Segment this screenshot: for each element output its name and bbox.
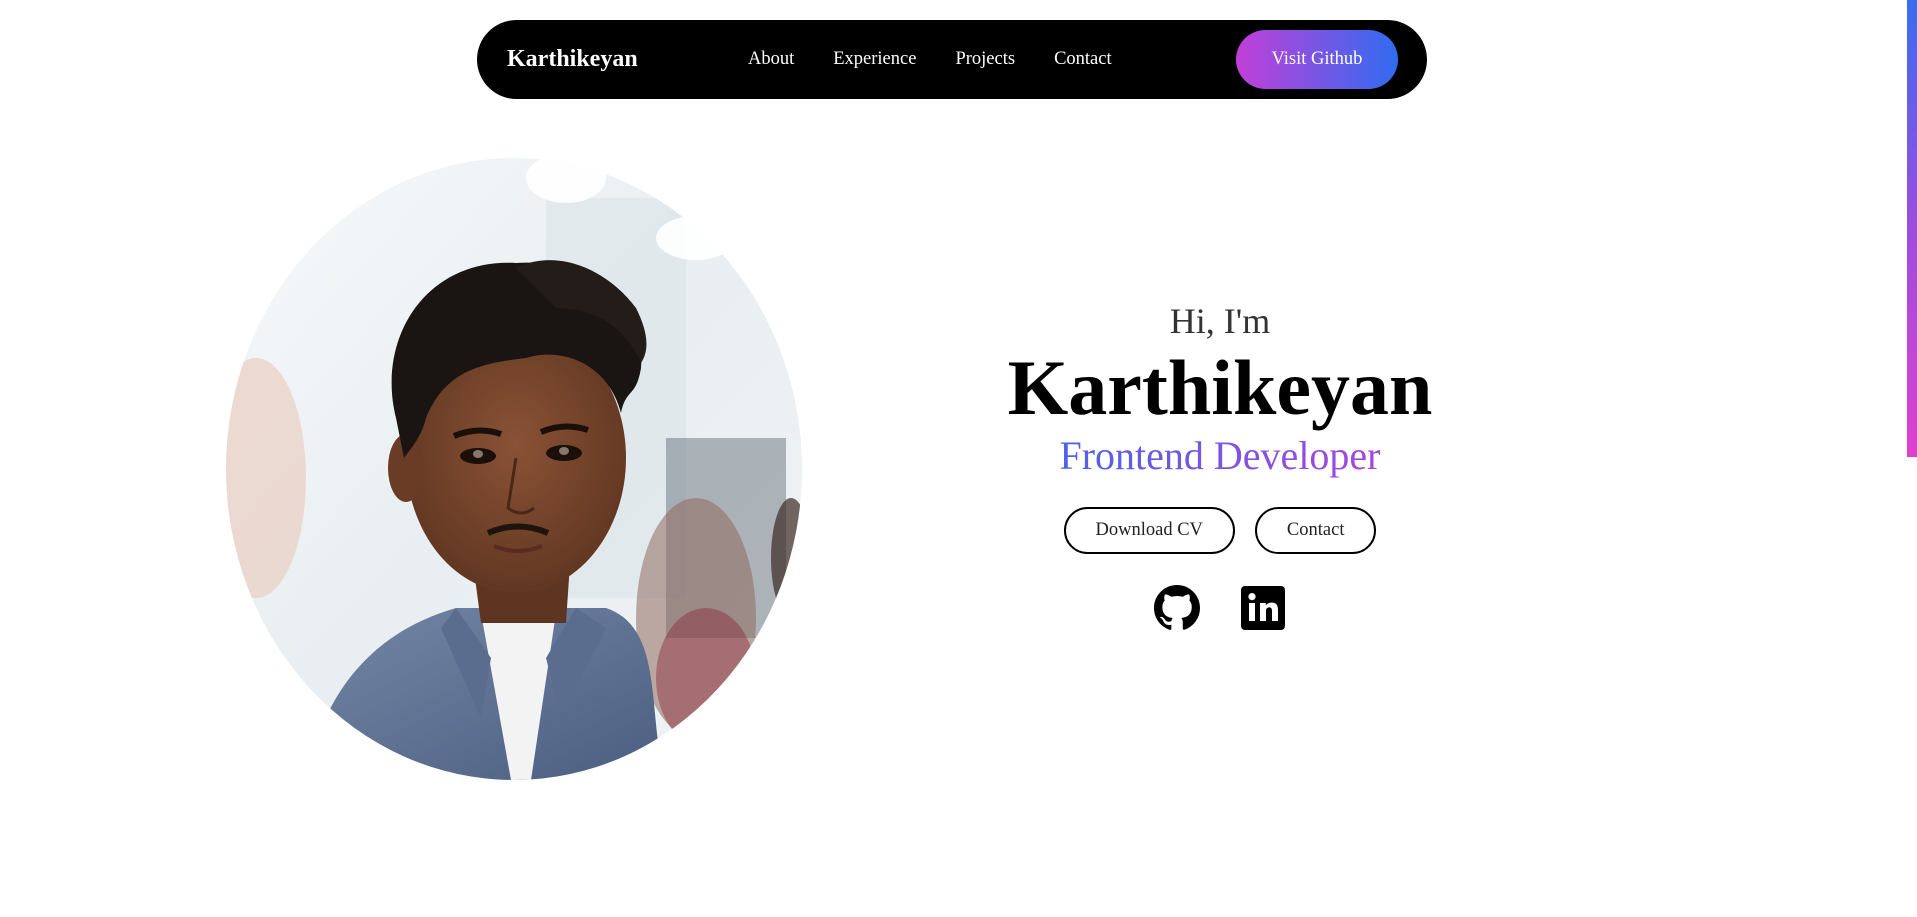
profile-photo [226, 158, 802, 780]
scroll-indicator[interactable] [1907, 0, 1917, 457]
linkedin-icon[interactable] [1239, 584, 1287, 632]
github-icon[interactable] [1153, 584, 1201, 632]
hero-name: Karthikeyan [1007, 344, 1433, 431]
nav-links: About Experience Projects Contact [748, 20, 1112, 99]
profile-photo-illustration [226, 158, 802, 780]
social-links [960, 584, 1480, 632]
portfolio-page: Karthikeyan About Experience Projects Co… [0, 0, 1917, 917]
brand-logo[interactable]: Karthikeyan [507, 20, 638, 99]
download-cv-button[interactable]: Download CV [1063, 507, 1235, 554]
hero-buttons: Download CV Contact [960, 507, 1480, 554]
hero-section: Hi, I'm Karthikeyan Frontend Developer D… [960, 295, 1480, 632]
hero-role: Frontend Developer [960, 429, 1480, 483]
visit-github-button[interactable]: Visit Github [1236, 30, 1398, 89]
top-navbar: Karthikeyan About Experience Projects Co… [477, 20, 1427, 99]
nav-link-contact[interactable]: Contact [1054, 49, 1112, 70]
nav-link-about[interactable]: About [748, 49, 794, 70]
nav-link-projects[interactable]: Projects [955, 49, 1015, 70]
hero-greeting: Hi, I'm [1169, 301, 1271, 341]
nav-link-experience[interactable]: Experience [833, 49, 916, 70]
contact-button[interactable]: Contact [1254, 507, 1377, 554]
